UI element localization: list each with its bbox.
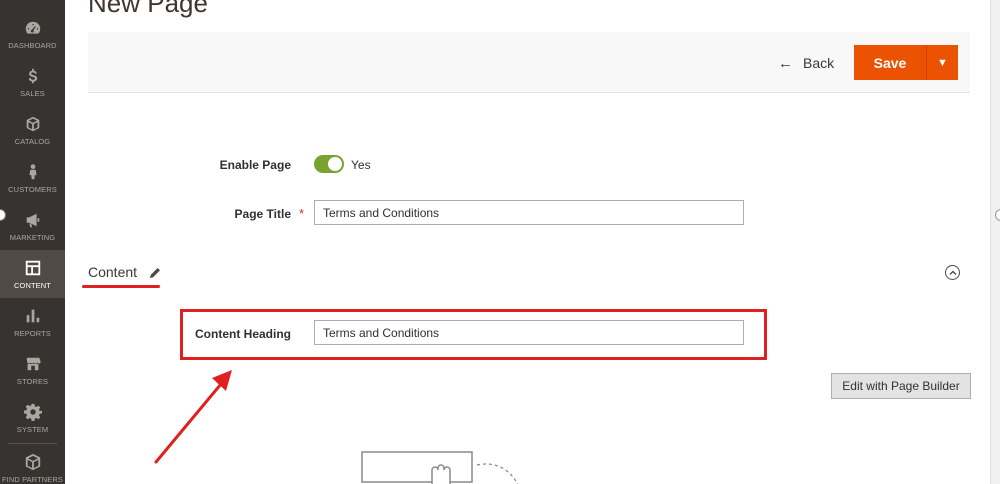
sidebar-item-label: SALES xyxy=(20,89,45,98)
page-actions-bar xyxy=(88,32,970,93)
gear-icon xyxy=(23,402,43,422)
sidebar-item-system[interactable]: SYSTEM xyxy=(0,394,65,442)
sidebar-item-reports[interactable]: REPORTS xyxy=(0,298,65,346)
sidebar-item-label: CUSTOMERS xyxy=(8,185,57,194)
dollar-icon xyxy=(23,66,43,86)
annotation-underline xyxy=(82,285,160,288)
annotation-arrow-icon xyxy=(154,370,232,464)
page-title: New Page xyxy=(88,0,208,18)
sidebar-item-label: CATALOG xyxy=(14,137,51,146)
sidebar-item-label: MARKETING xyxy=(9,233,56,242)
sidebar-item-label: FIND PARTNERS xyxy=(1,475,64,484)
content-section-title: Content xyxy=(88,264,138,280)
page-scrollbar[interactable] xyxy=(990,0,1000,484)
collapse-section-button[interactable] xyxy=(945,265,960,280)
chevron-up-icon xyxy=(949,270,956,275)
sidebar-item-sales[interactable]: SALES xyxy=(0,58,65,106)
sidebar-item-label: REPORTS xyxy=(14,329,51,338)
enable-page-toggle[interactable] xyxy=(314,155,344,173)
content-heading-label: Content Heading xyxy=(195,327,291,341)
sidebar-item-catalog[interactable]: CATALOG xyxy=(0,106,65,154)
content-section-header[interactable]: Content xyxy=(88,264,161,280)
page-builder-illustration xyxy=(361,451,519,484)
box-icon xyxy=(23,114,43,134)
sidebar-item-content[interactable]: CONTENT xyxy=(0,250,65,298)
pencil-icon[interactable] xyxy=(149,266,161,278)
storefront-icon xyxy=(23,354,43,374)
side-panel-handle[interactable] xyxy=(995,209,1000,221)
sidebar-item-dashboard[interactable]: DASHBOARD xyxy=(0,14,65,62)
admin-sidebar: DASHBOARD SALES CATALOG CUSTOMERS MARKET… xyxy=(0,0,65,484)
save-options-toggle[interactable]: ▼ xyxy=(926,45,958,80)
back-button-label: Back xyxy=(803,55,835,71)
save-button[interactable]: Save xyxy=(854,45,926,80)
sidebar-item-label: SYSTEM xyxy=(16,425,49,434)
content-heading-input[interactable] xyxy=(314,320,744,345)
sidebar-item-label: CONTENT xyxy=(14,281,51,290)
sidebar-item-find-partners[interactable]: FIND PARTNERS xyxy=(0,444,65,484)
page-title-label: Page Title xyxy=(234,207,291,221)
megaphone-icon xyxy=(23,210,43,230)
caret-down-icon: ▼ xyxy=(937,56,948,69)
required-mark: * xyxy=(299,206,305,221)
layout-icon xyxy=(23,258,43,278)
toggle-knob xyxy=(328,157,342,171)
sidebar-item-label: STORES xyxy=(16,377,49,386)
enable-page-state: Yes xyxy=(351,158,371,172)
bar-chart-icon xyxy=(23,306,43,326)
header-toolbar-icons xyxy=(812,0,932,4)
page-title-input[interactable] xyxy=(314,200,744,225)
sidebar-item-marketing[interactable]: MARKETING xyxy=(0,202,65,250)
back-button[interactable]: ← Back xyxy=(778,54,834,72)
cube-icon xyxy=(23,452,43,472)
person-icon xyxy=(23,162,43,182)
sidebar-item-customers[interactable]: CUSTOMERS xyxy=(0,154,65,202)
enable-page-label: Enable Page xyxy=(219,158,291,172)
sidebar-item-stores[interactable]: STORES xyxy=(0,346,65,394)
arrow-left-icon: ← xyxy=(778,54,793,72)
edit-with-page-builder-button[interactable]: Edit with Page Builder xyxy=(831,373,971,399)
sidebar-item-label: DASHBOARD xyxy=(8,41,57,50)
dashboard-icon xyxy=(23,18,43,38)
